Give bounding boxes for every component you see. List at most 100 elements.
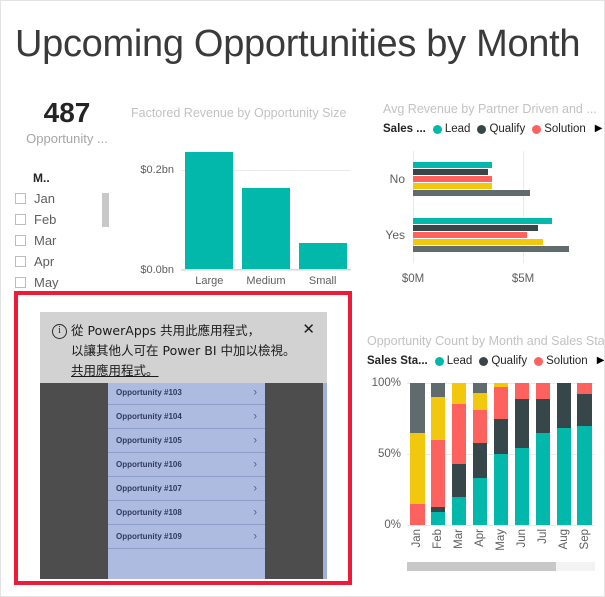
stack-segment-lead[interactable] [431,512,446,525]
stack-segment-qualify[interactable] [535,398,550,433]
chevron-right-icon[interactable]: › [253,411,257,422]
stacked-column-jan[interactable] [410,383,425,525]
bar-no-final[interactable] [413,189,530,196]
slicer-scrollbar-thumb[interactable] [102,193,109,227]
stack-segment-solution[interactable] [535,383,550,399]
chevron-right-icon[interactable]: › [253,387,257,398]
stack-segment-lead[interactable] [535,432,550,525]
stack-segment-proposal[interactable] [431,397,446,440]
stacked-column-sep[interactable] [577,383,592,525]
list-item[interactable]: Opportunity #109 › [108,525,265,549]
legend-item-qualify[interactable]: Qualify [477,123,525,135]
bar-large[interactable] [185,151,234,269]
chart-avg-revenue[interactable]: Avg Revenue by Partner Driven and ... Sa… [379,99,603,297]
stack-segment-final[interactable] [410,383,425,433]
legend-next-arrow-icon[interactable]: ▶ [597,356,604,366]
chart-opportunity-count-scrollbar[interactable] [407,562,595,571]
stack-segment-proposal[interactable] [410,432,425,504]
legend-item-qualify[interactable]: Qualify [479,355,527,367]
chart-opportunity-count-legend[interactable]: Sales Sta... Lead Qualify Solution ▶ [367,355,604,367]
stack-segment-qualify[interactable] [556,383,571,429]
bar-no-lead[interactable] [413,161,493,168]
stack-segment-solution[interactable] [473,409,488,443]
legend-next-arrow-icon[interactable]: ▶ [595,124,603,134]
x-axis-tick-label: Large [195,275,224,287]
stack-segment-qualify[interactable] [514,398,529,449]
close-icon[interactable]: ✕ [302,322,315,337]
stack-segment-proposal[interactable] [493,383,509,388]
bar-yes-solution[interactable] [413,231,528,238]
stack-segment-solution[interactable] [514,383,529,399]
list-item[interactable]: Opportunity #104 › [108,405,265,429]
chart-opportunity-count-plot[interactable]: 0% 50% 100% Jan Feb Mar Apr May Jun Jul Aug Sep [372,377,595,551]
stack-segment-lead[interactable] [577,425,592,525]
month-slicer[interactable]: M.. Jan Feb Mar Apr May [15,171,119,289]
list-item[interactable]: Opportunity #107 › [108,477,265,501]
stacked-column-jul[interactable] [535,383,550,525]
chart-avg-revenue-plot[interactable]: $0M $5M No Yes [385,151,578,285]
legend-item-label: Lead [444,123,471,135]
kpi-card: 487 Opportunity ... [13,97,121,149]
stack-segment-solution[interactable] [452,404,467,464]
stack-segment-final[interactable] [473,383,488,393]
stack-segment-lead[interactable] [473,478,488,525]
stack-segment-lead[interactable] [556,428,571,525]
bar-small[interactable] [298,242,347,269]
stacked-column-feb[interactable] [431,383,446,525]
chevron-right-icon[interactable]: › [253,435,257,446]
chart-avg-revenue-legend[interactable]: Sales ... Lead Qualify Solution ▶ [383,123,603,135]
bar-medium[interactable] [242,188,290,269]
checkbox-icon[interactable] [15,256,26,267]
legend-item-solution[interactable]: Solution [534,355,588,367]
stack-segment-lead[interactable] [452,496,467,525]
stack-segment-final[interactable] [431,383,446,398]
stack-segment-qualify[interactable] [577,394,592,426]
share-notification-banner[interactable]: i 從 PowerApps 共用此應用程式， 以讓其他人可在 Power BI … [40,312,327,383]
slicer-scrollbar[interactable] [102,193,109,285]
list-item[interactable]: Opportunity #106 › [108,453,265,477]
checkbox-icon[interactable] [15,235,26,246]
stack-segment-lead[interactable] [493,454,509,525]
chevron-right-icon[interactable]: › [253,531,257,542]
stack-segment-qualify[interactable] [431,506,446,513]
stack-segment-qualify[interactable] [493,418,509,454]
share-app-link[interactable]: 共用應用程式。 [71,361,159,381]
checkbox-icon[interactable] [15,214,26,225]
legend-item-solution[interactable]: Solution [532,123,586,135]
bar-no-solution[interactable] [413,175,493,182]
bar-yes-qualify[interactable] [413,224,539,231]
chart-factored-revenue-plot[interactable]: $0.0bn $0.2bn Large Medium Small [140,145,351,287]
chevron-right-icon[interactable]: › [253,483,257,494]
stack-segment-solution[interactable] [431,439,446,507]
legend-item-lead[interactable]: Lead [432,123,471,135]
stack-segment-proposal[interactable] [473,392,488,410]
checkbox-icon[interactable] [15,193,26,204]
bar-yes-final[interactable] [413,245,570,252]
chevron-right-icon[interactable]: › [253,507,257,518]
stacked-column-jun[interactable] [514,383,529,525]
stacked-column-mar[interactable] [452,383,467,525]
bar-no-proposal[interactable] [413,182,493,189]
stacked-column-aug[interactable] [556,383,571,525]
stack-segment-qualify[interactable] [452,463,467,497]
chevron-right-icon[interactable]: › [253,459,257,470]
chart-opportunity-count-scrollbar-thumb[interactable] [407,562,556,571]
list-item[interactable]: Opportunity #105 › [108,429,265,453]
chart-opportunity-count[interactable]: Opportunity Count by Month and Sales Sta… [363,331,604,593]
stack-segment-proposal[interactable] [452,383,467,405]
bar-yes-lead[interactable] [413,217,552,224]
legend-item-lead[interactable]: Lead [434,355,472,367]
bar-no-qualify[interactable] [413,168,488,175]
stack-segment-solution[interactable] [493,387,509,419]
list-item[interactable]: Opportunity #108 › [108,501,265,525]
stack-segment-solution[interactable] [410,503,425,525]
checkbox-icon[interactable] [15,277,26,288]
stack-segment-qualify[interactable] [473,442,488,479]
list-item[interactable]: Opportunity #103 › [108,381,265,405]
bar-yes-proposal[interactable] [413,238,543,245]
stacked-column-may[interactable] [493,383,509,525]
stacked-column-apr[interactable] [473,383,488,525]
chart-factored-revenue[interactable]: Factored Revenue by Opportunity Size $0.… [129,101,359,296]
stack-segment-solution[interactable] [577,383,592,395]
stack-segment-lead[interactable] [514,448,529,525]
